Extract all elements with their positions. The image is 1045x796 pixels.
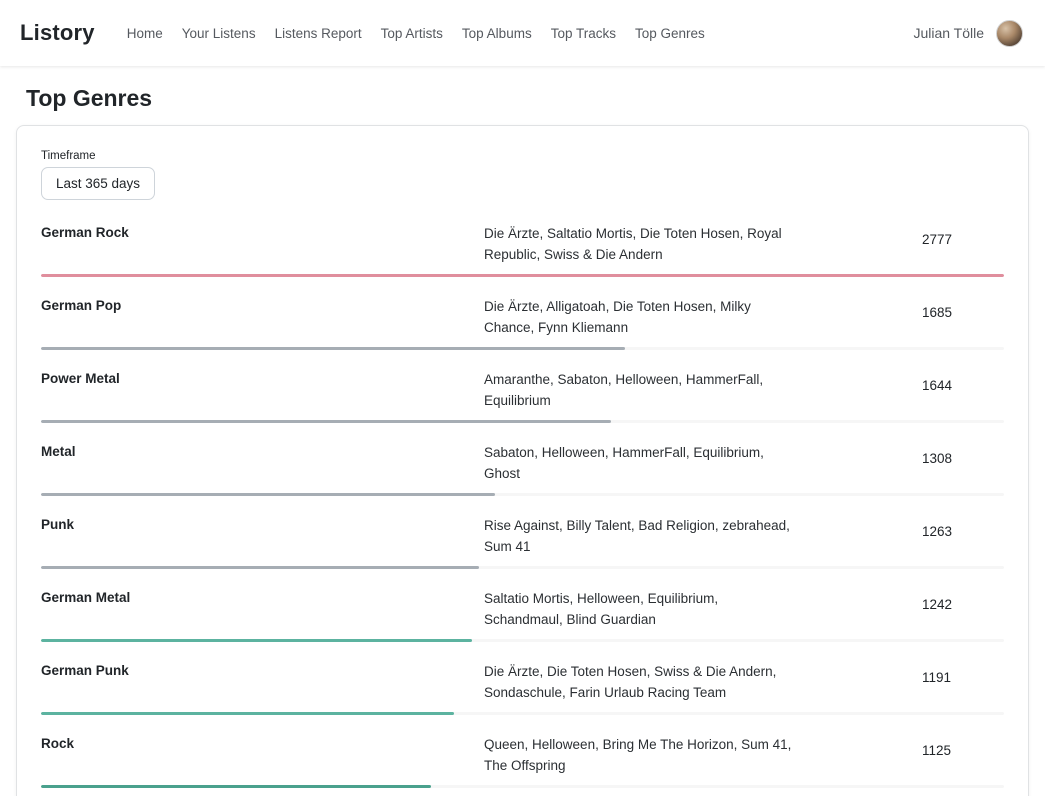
genre-row: Power Metal Amaranthe, Sabaton, Hellowee… [41, 360, 1004, 433]
genre-progress-bar [41, 639, 472, 642]
genre-artists: Saltatio Mortis, Helloween, Equilibrium,… [484, 588, 794, 630]
genre-name: Punk [41, 515, 484, 532]
genre-progress-bar [41, 712, 454, 715]
genre-count: 2777 [794, 223, 1004, 247]
top-genres-card: Timeframe Last 365 days German Rock Die … [16, 125, 1029, 796]
genre-row: German Rock Die Ärzte, Saltatio Mortis, … [41, 214, 1004, 287]
genre-count: 1125 [794, 734, 1004, 758]
top-navbar: Listory Home Your Listens Listens Report… [0, 0, 1045, 66]
genre-progress-bar [41, 274, 1004, 277]
genre-progress-track [41, 785, 1004, 788]
genre-progress-bar [41, 566, 479, 569]
timeframe-label: Timeframe [41, 150, 1004, 162]
nav-item-home[interactable]: Home [127, 26, 163, 41]
genre-row: Metal Sabaton, Helloween, HammerFall, Eq… [41, 433, 1004, 506]
timeframe-select[interactable]: Last 365 days [41, 167, 155, 200]
genre-name: German Pop [41, 296, 484, 313]
genre-progress-track [41, 639, 1004, 642]
genre-name: Power Metal [41, 369, 484, 386]
genre-name: German Metal [41, 588, 484, 605]
genre-name: Metal [41, 442, 484, 459]
genre-progress-track [41, 420, 1004, 423]
genre-count: 1685 [794, 296, 1004, 320]
genre-count: 1242 [794, 588, 1004, 612]
genre-count: 1308 [794, 442, 1004, 466]
genre-artists: Die Ärzte, Saltatio Mortis, Die Toten Ho… [484, 223, 794, 265]
genre-artists: Die Ärzte, Die Toten Hosen, Swiss & Die … [484, 661, 794, 703]
genre-progress-track [41, 493, 1004, 496]
nav-item-your-listens[interactable]: Your Listens [182, 26, 256, 41]
genre-progress-track [41, 712, 1004, 715]
genre-row: German Metal Saltatio Mortis, Helloween,… [41, 579, 1004, 652]
genre-artists: Rise Against, Billy Talent, Bad Religion… [484, 515, 794, 557]
brand-logo[interactable]: Listory [20, 20, 95, 46]
page-title: Top Genres [0, 85, 1045, 112]
user-name[interactable]: Julian Tölle [913, 25, 984, 41]
genre-table: German Rock Die Ärzte, Saltatio Mortis, … [41, 214, 1004, 796]
user-avatar[interactable] [996, 20, 1023, 47]
genre-name: German Punk [41, 661, 484, 678]
nav-item-top-tracks[interactable]: Top Tracks [551, 26, 616, 41]
genre-row: Punk Rise Against, Billy Talent, Bad Rel… [41, 506, 1004, 579]
genre-progress-bar [41, 347, 625, 350]
genre-artists: Sabaton, Helloween, HammerFall, Equilibr… [484, 442, 794, 484]
nav-links: Home Your Listens Listens Report Top Art… [127, 26, 705, 41]
nav-item-top-genres[interactable]: Top Genres [635, 26, 705, 41]
genre-artists: Queen, Helloween, Bring Me The Horizon, … [484, 734, 794, 776]
nav-item-listens-report[interactable]: Listens Report [275, 26, 362, 41]
navbar-user-area: Julian Tölle [913, 20, 1023, 47]
genre-progress-track [41, 347, 1004, 350]
nav-item-top-albums[interactable]: Top Albums [462, 26, 532, 41]
genre-name: Rock [41, 734, 484, 751]
genre-progress-bar [41, 785, 431, 788]
genre-progress-track [41, 566, 1004, 569]
nav-item-top-artists[interactable]: Top Artists [381, 26, 443, 41]
genre-row: Rock Queen, Helloween, Bring Me The Hori… [41, 725, 1004, 796]
genre-progress-track [41, 274, 1004, 277]
genre-row: German Pop Die Ärzte, Alligatoah, Die To… [41, 287, 1004, 360]
genre-count: 1263 [794, 515, 1004, 539]
genre-count: 1644 [794, 369, 1004, 393]
genre-row: German Punk Die Ärzte, Die Toten Hosen, … [41, 652, 1004, 725]
genre-progress-bar [41, 493, 495, 496]
genre-artists: Die Ärzte, Alligatoah, Die Toten Hosen, … [484, 296, 794, 338]
genre-count: 1191 [794, 661, 1004, 685]
genre-artists: Amaranthe, Sabaton, Helloween, HammerFal… [484, 369, 794, 411]
genre-progress-bar [41, 420, 611, 423]
genre-name: German Rock [41, 223, 484, 240]
